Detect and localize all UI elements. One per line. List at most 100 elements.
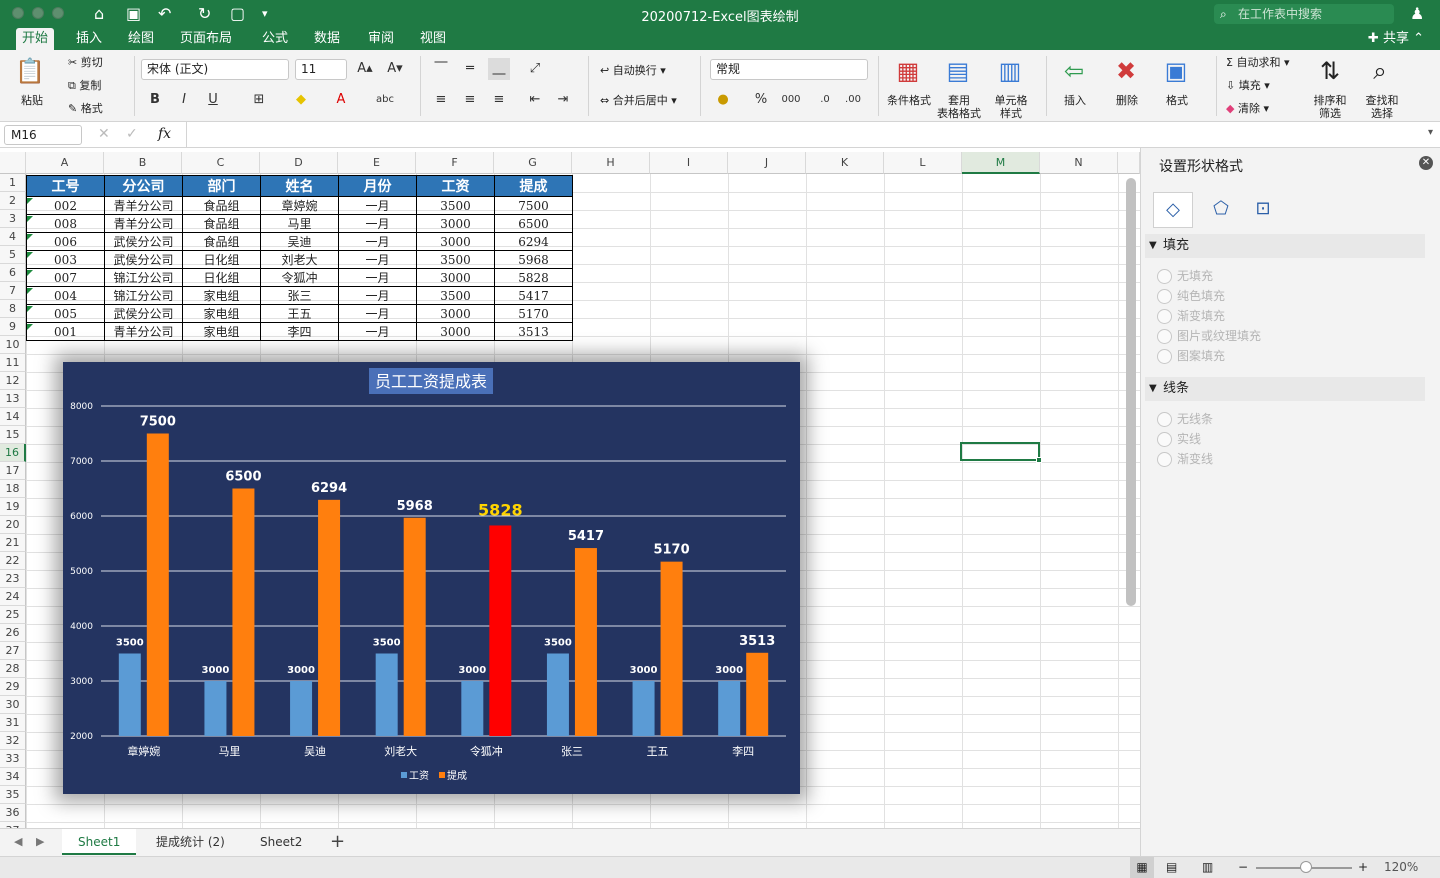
column-header-i[interactable]: I — [650, 152, 728, 174]
table-cell[interactable]: 3513 — [494, 322, 573, 341]
row-header-18[interactable]: 18 — [0, 480, 26, 498]
find-select-button[interactable]: 查找和 选择 — [1360, 94, 1404, 120]
fill-line-tab-icon[interactable]: ◇ — [1153, 192, 1193, 228]
column-header-l[interactable]: L — [884, 152, 962, 174]
table-cell[interactable]: 3500 — [416, 250, 495, 269]
row-header-3[interactable]: 3 — [0, 210, 26, 228]
row-header-1[interactable]: 1 — [0, 174, 26, 192]
table-cell[interactable]: 锦江分公司 — [104, 286, 183, 305]
table-header-cell[interactable]: 工号 — [26, 175, 105, 197]
table-cell[interactable]: 3500 — [416, 196, 495, 215]
decrease-decimal-icon[interactable]: .00 — [842, 89, 864, 111]
phonetic-icon[interactable]: abc — [374, 89, 396, 111]
number-as-text-indicator[interactable] — [27, 288, 33, 294]
orientation-icon[interactable]: ⤢ — [524, 58, 546, 80]
table-header-cell[interactable]: 提成 — [494, 175, 573, 197]
row-header-36[interactable]: 36 — [0, 804, 26, 822]
table-cell[interactable]: 6500 — [494, 214, 573, 233]
table-cell[interactable]: 青羊分公司 — [104, 196, 183, 215]
row-header-2[interactable]: 2 — [0, 192, 26, 210]
paste-icon[interactable]: 📋 — [14, 56, 46, 86]
row-header-9[interactable]: 9 — [0, 318, 26, 336]
column-header-b[interactable]: B — [104, 152, 182, 174]
column-header-f[interactable]: F — [416, 152, 494, 174]
radio-option[interactable]: 图片或纹理填充 — [1157, 327, 1261, 345]
formula-input[interactable] — [186, 122, 1426, 147]
paste-button[interactable]: 粘贴 — [20, 94, 44, 107]
radio-option[interactable]: 渐变填充 — [1157, 307, 1225, 325]
tab-review[interactable]: 审阅 — [362, 28, 400, 50]
decrease-indent-icon[interactable]: ⇤ — [524, 89, 546, 111]
row-header-13[interactable]: 13 — [0, 390, 26, 408]
underline-icon[interactable]: U — [202, 89, 224, 111]
table-cell[interactable]: 青羊分公司 — [104, 322, 183, 341]
italic-icon[interactable]: I — [173, 89, 195, 111]
table-cell[interactable]: 004 — [26, 286, 105, 305]
table-cell[interactable]: 3000 — [416, 322, 495, 341]
row-header-14[interactable]: 14 — [0, 408, 26, 426]
row-header-21[interactable]: 21 — [0, 534, 26, 552]
font-name-select[interactable]: 宋体 (正文) — [141, 59, 289, 80]
autosum-button[interactable]: Σ 自动求和 ▾ — [1226, 56, 1289, 69]
tab-insert[interactable]: 插入 — [70, 28, 108, 50]
table-cell[interactable]: 006 — [26, 232, 105, 251]
table-cell[interactable]: 一月 — [338, 196, 417, 215]
table-cell[interactable]: 5417 — [494, 286, 573, 305]
find-icon[interactable]: ⌕ — [1364, 56, 1396, 86]
column-header-h[interactable]: H — [572, 152, 650, 174]
increase-decimal-icon[interactable]: .0 — [814, 89, 836, 111]
row-header-24[interactable]: 24 — [0, 588, 26, 606]
table-cell[interactable]: 青羊分公司 — [104, 214, 183, 233]
column-header-n[interactable]: N — [1040, 152, 1118, 174]
column-header-m[interactable]: M — [962, 152, 1040, 174]
tab-data[interactable]: 数据 — [308, 28, 346, 50]
align-center-icon[interactable]: ≡ — [459, 89, 481, 111]
fill-section-header[interactable]: ▼ 填充 — [1145, 234, 1425, 258]
row-header-32[interactable]: 32 — [0, 732, 26, 750]
table-cell[interactable]: 一月 — [338, 322, 417, 341]
number-as-text-indicator[interactable] — [27, 216, 33, 222]
normal-view-icon[interactable]: ▦ — [1130, 857, 1154, 878]
table-cell[interactable]: 王五 — [260, 304, 339, 323]
number-as-text-indicator[interactable] — [27, 252, 33, 258]
delete-cells-button[interactable]: 删除 — [1110, 94, 1144, 107]
column-header-a[interactable]: A — [26, 152, 104, 174]
grow-font-icon[interactable]: A▴ — [354, 58, 376, 80]
table-cell[interactable]: 002 — [26, 196, 105, 215]
row-header-23[interactable]: 23 — [0, 570, 26, 588]
table-header-cell[interactable]: 部门 — [182, 175, 261, 197]
row-header-15[interactable]: 15 — [0, 426, 26, 444]
align-top-icon[interactable]: ⎺ — [430, 58, 452, 80]
table-cell[interactable]: 一月 — [338, 250, 417, 269]
table-cell[interactable]: 3000 — [416, 304, 495, 323]
align-right-icon[interactable]: ≡ — [488, 89, 510, 111]
account-icon[interactable]: ♟ — [1410, 4, 1424, 24]
collapse-ribbon-icon[interactable]: ⌃ — [1409, 31, 1424, 46]
table-cell[interactable]: 3000 — [416, 268, 495, 287]
cancel-icon[interactable]: ✕ — [98, 126, 110, 142]
radio-option[interactable]: 无填充 — [1157, 267, 1213, 285]
border-icon[interactable]: ⊞ — [248, 89, 270, 111]
table-cell[interactable]: 家电组 — [182, 322, 261, 341]
radio-option[interactable]: 实线 — [1157, 430, 1201, 448]
format-cells-button[interactable]: 格式 — [1160, 94, 1194, 107]
next-sheet-icon[interactable]: ▶ — [36, 835, 44, 848]
table-cell[interactable]: 武侯分公司 — [104, 304, 183, 323]
column-header-d[interactable]: D — [260, 152, 338, 174]
tab-page-layout[interactable]: 页面布局 — [174, 28, 238, 50]
table-cell[interactable]: 007 — [26, 268, 105, 287]
tab-home[interactable]: 开始 — [16, 28, 55, 50]
row-header-4[interactable]: 4 — [0, 228, 26, 246]
table-cell[interactable]: 武侯分公司 — [104, 232, 183, 251]
fill-button[interactable]: ⇩ 填充 ▾ — [1226, 79, 1270, 92]
font-size-select[interactable]: 11 — [295, 59, 347, 80]
zoom-in-icon[interactable]: + — [1358, 857, 1368, 878]
table-cell[interactable]: 一月 — [338, 214, 417, 233]
zoom-level[interactable]: 120% — [1384, 857, 1418, 878]
tab-formulas[interactable]: 公式 — [256, 28, 294, 50]
zoom-slider-thumb[interactable] — [1300, 861, 1312, 873]
table-header-cell[interactable]: 月份 — [338, 175, 417, 197]
number-format-select[interactable]: 常规 — [710, 59, 868, 80]
table-cell[interactable]: 日化组 — [182, 268, 261, 287]
column-header-e[interactable]: E — [338, 152, 416, 174]
